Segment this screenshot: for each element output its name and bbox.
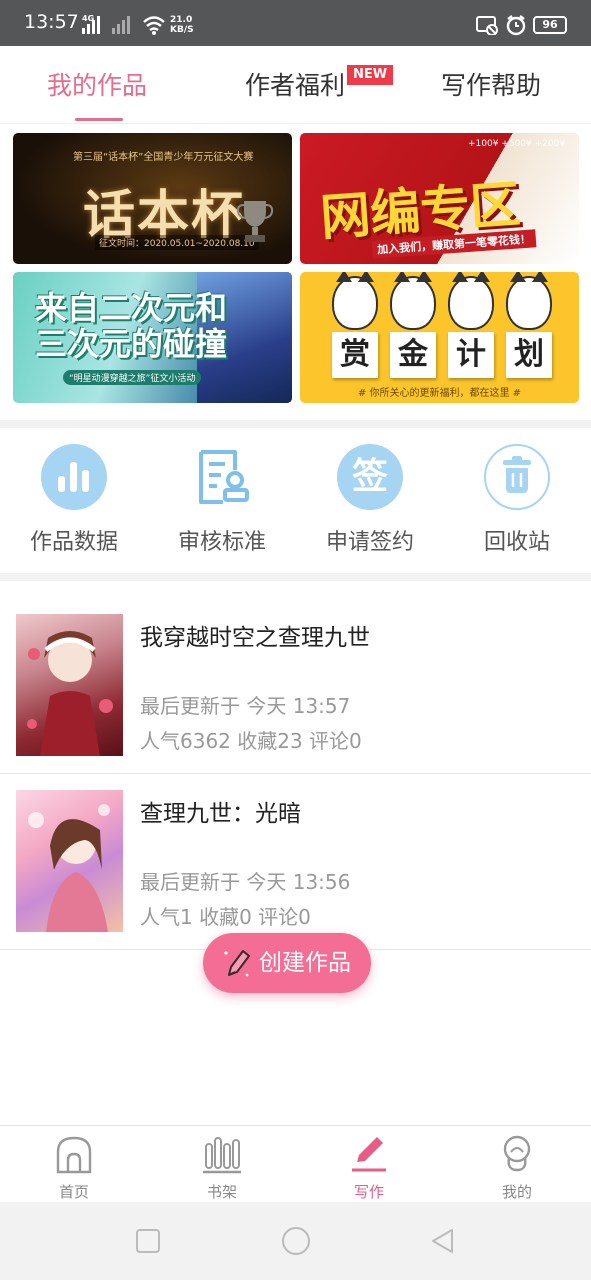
alarm-icon xyxy=(506,15,526,36)
banner-title: 来自二次元和 三次元的碰撞 xyxy=(35,289,228,363)
system-nav-bar xyxy=(0,1202,591,1280)
tab-my-works[interactable]: 我的作品 xyxy=(47,66,147,102)
nav-mine[interactable]: 我的 xyxy=(443,1126,591,1202)
quick-action-review-standards[interactable]: 审核标准 xyxy=(152,436,292,556)
document-stamp-icon xyxy=(189,444,255,510)
bar-chart-icon xyxy=(41,444,107,510)
section-divider xyxy=(0,573,591,581)
network-speed: 21.0 KB/S xyxy=(170,15,194,35)
status-bar: 13:57 4G 21.0 KB/S 96 xyxy=(0,0,591,46)
quick-actions: 作品数据 审核标准 签 申请签约 回收站 xyxy=(0,436,591,571)
top-tab-bar: 我的作品 作者福利 写作帮助 xyxy=(0,46,591,124)
quick-action-apply-contract[interactable]: 签 申请签约 xyxy=(300,436,440,556)
new-badge: NEW xyxy=(347,65,393,85)
quick-action-recycle-bin[interactable]: 回收站 xyxy=(447,436,587,556)
banner-anime-event[interactable]: 来自二次元和 三次元的碰撞 “明星动漫穿越之旅”征文小活动 xyxy=(13,272,292,403)
back-icon[interactable] xyxy=(430,1228,456,1254)
quick-action-work-data[interactable]: 作品数据 xyxy=(4,436,144,556)
nav-home[interactable]: 首页 xyxy=(0,1126,148,1202)
pencil-icon xyxy=(224,950,250,977)
create-work-label: 创建作品 xyxy=(259,950,351,976)
book-list-item[interactable]: 查理九世：光暗 最后更新于 今天 13:56 人气1 收藏0 评论0 xyxy=(0,774,591,950)
recent-apps-icon[interactable] xyxy=(135,1228,161,1254)
book-stats: 人气1 收藏0 评论0 xyxy=(140,905,311,929)
book-last-updated: 最后更新于 今天 13:57 xyxy=(140,694,351,718)
book-title: 查理九世：光暗 xyxy=(140,801,301,827)
book-last-updated: 最后更新于 今天 13:56 xyxy=(140,870,351,894)
cast-off-icon xyxy=(476,16,498,35)
pencil-icon xyxy=(352,1137,386,1172)
banner-editor-zone[interactable]: +100¥ +500¥ +200¥ 网编专区 加入我们，赚取第一笔零花钱！ xyxy=(300,133,579,264)
bottom-nav: 首页 书架 写作 我的 xyxy=(0,1125,591,1202)
book-list-item[interactable]: 我穿越时空之查理九世 最后更新于 今天 13:57 人气6362 收藏23 评论… xyxy=(0,598,591,774)
tab-author-benefits[interactable]: 作者福利 xyxy=(245,66,345,102)
active-tab-underline xyxy=(75,118,123,121)
bookshelf-icon xyxy=(203,1137,241,1174)
trash-icon xyxy=(484,444,550,510)
sign-icon: 签 xyxy=(337,444,403,510)
book-cover xyxy=(16,614,123,756)
book-stats: 人气6362 收藏23 评论0 xyxy=(140,729,362,753)
create-work-button[interactable]: 创建作品 xyxy=(203,933,371,993)
nav-bookshelf[interactable]: 书架 xyxy=(148,1126,296,1202)
trophy-icon xyxy=(236,201,274,242)
cat-illustrations xyxy=(332,272,552,336)
home-icon xyxy=(56,1136,92,1174)
profile-icon xyxy=(503,1135,531,1172)
tab-writing-help[interactable]: 写作帮助 xyxy=(441,66,541,102)
status-time: 13:57 xyxy=(24,11,79,33)
book-cover xyxy=(16,790,123,932)
battery-indicator: 96 xyxy=(533,16,567,34)
nav-writing[interactable]: 写作 xyxy=(295,1126,443,1202)
banner-reward-plan[interactable]: 赏 金 计 划 # 你所关心的更新福利，都在这里 # xyxy=(300,272,579,403)
book-title: 我穿越时空之查理九世 xyxy=(140,625,370,651)
banner-huaben-cup[interactable]: 第三届“话本杯”全国青少年万元征文大赛 话本杯 征文时间：2020.05.01~… xyxy=(13,133,292,264)
home-button-icon[interactable] xyxy=(281,1226,311,1256)
section-divider xyxy=(0,420,591,428)
